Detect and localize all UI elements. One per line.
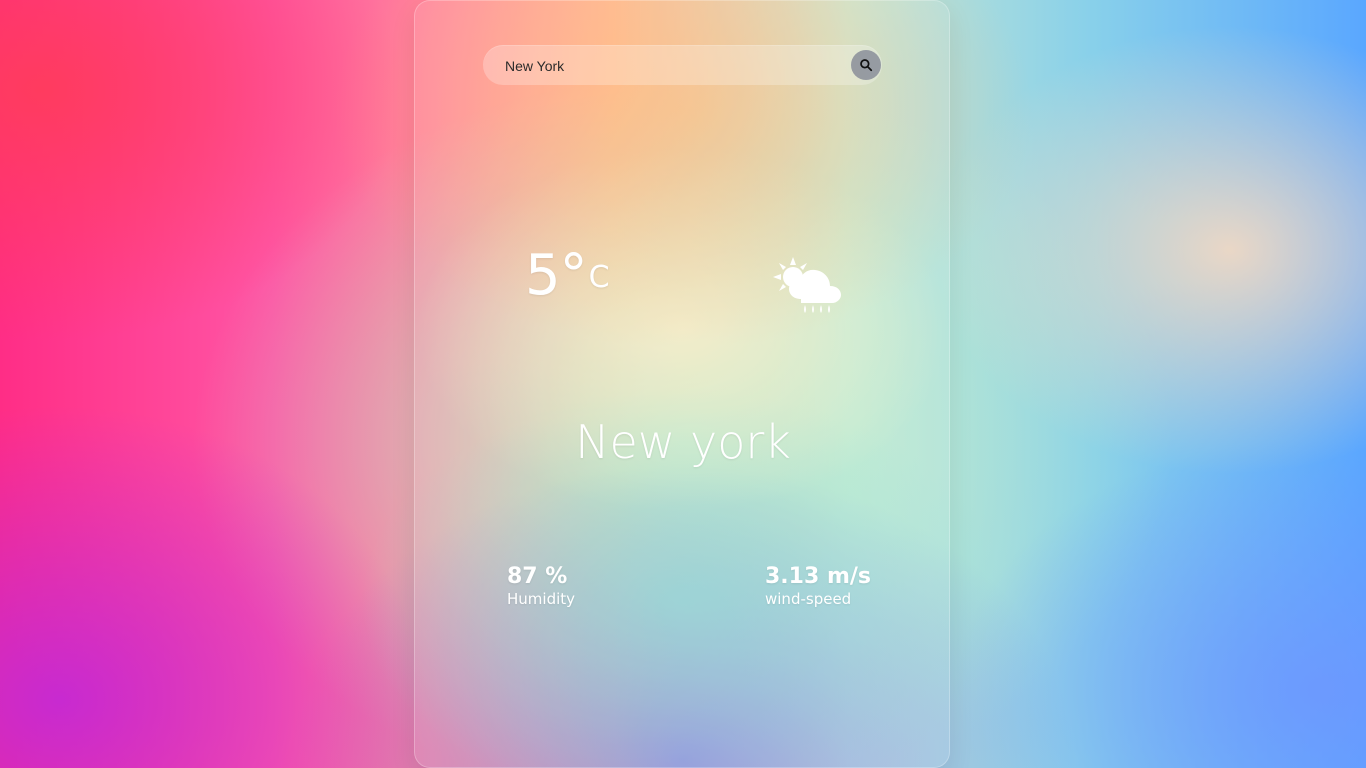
search-bar: [483, 45, 882, 85]
wind-speed-stat: 3.13 m/s wind-speed: [765, 564, 871, 609]
partly-cloudy-rain-icon: [773, 257, 841, 313]
humidity-label: Humidity: [507, 590, 576, 609]
temperature-value: 5°: [525, 243, 588, 308]
wind-speed-label: wind-speed: [765, 590, 852, 609]
city-name: New york: [575, 415, 791, 469]
search-icon: [860, 59, 873, 72]
humidity-value: 87 %: [507, 564, 568, 589]
wind-speed-value: 3.13 m/s: [765, 564, 871, 589]
humidity-stat: 87 % Humidity: [507, 564, 576, 609]
search-button[interactable]: [851, 50, 881, 80]
city-search-input[interactable]: [503, 55, 827, 77]
temperature: 5° C: [525, 243, 610, 308]
temperature-unit: C: [588, 260, 610, 295]
weather-card: 5° C New york 87 % Humidity 3: [414, 0, 950, 768]
